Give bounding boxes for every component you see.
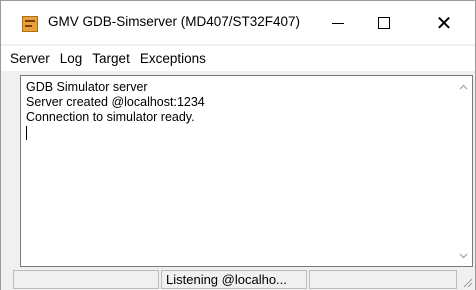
- log-line: GDB Simulator server: [26, 80, 148, 94]
- app-window: GMV GDB-Simserver (MD407/ST32F407) ✕ Ser…: [0, 0, 476, 290]
- status-pane: [309, 270, 457, 289]
- resize-grip-icon[interactable]: [461, 276, 473, 288]
- log-text: GDB Simulator server Server created @loc…: [26, 80, 205, 140]
- close-button[interactable]: ✕: [415, 1, 473, 44]
- title-bar[interactable]: GMV GDB-Simserver (MD407/ST32F407) ✕: [1, 1, 475, 44]
- log-output-area[interactable]: GDB Simulator server Server created @loc…: [20, 75, 473, 267]
- vertical-scrollbar[interactable]: [455, 76, 472, 266]
- log-line: Connection to simulator ready.: [26, 110, 195, 124]
- app-icon: [22, 16, 38, 32]
- scroll-up-button[interactable]: [455, 78, 472, 95]
- minimize-icon: [332, 23, 344, 24]
- text-caret: [26, 125, 27, 140]
- scroll-down-button[interactable]: [455, 247, 472, 264]
- chevron-up-icon: [459, 84, 468, 89]
- chevron-down-icon: [459, 253, 468, 258]
- maximize-button[interactable]: [361, 1, 407, 44]
- menu-log[interactable]: Log: [55, 51, 88, 66]
- log-line: Server created @localhost:1234: [26, 95, 205, 109]
- menu-bar: Server Log Target Exceptions: [1, 46, 475, 71]
- menu-target[interactable]: Target: [87, 51, 135, 66]
- status-pane: [13, 270, 159, 289]
- status-pane-listening: Listening @localho...: [161, 270, 307, 289]
- maximize-icon: [378, 16, 390, 29]
- minimize-button[interactable]: [315, 1, 361, 44]
- window-title: GMV GDB-Simserver (MD407/ST32F407): [48, 14, 301, 29]
- menu-server[interactable]: Server: [5, 51, 55, 66]
- status-bar: Listening @localho...: [1, 269, 475, 290]
- close-icon: ✕: [435, 10, 453, 35]
- menu-exceptions[interactable]: Exceptions: [135, 51, 211, 66]
